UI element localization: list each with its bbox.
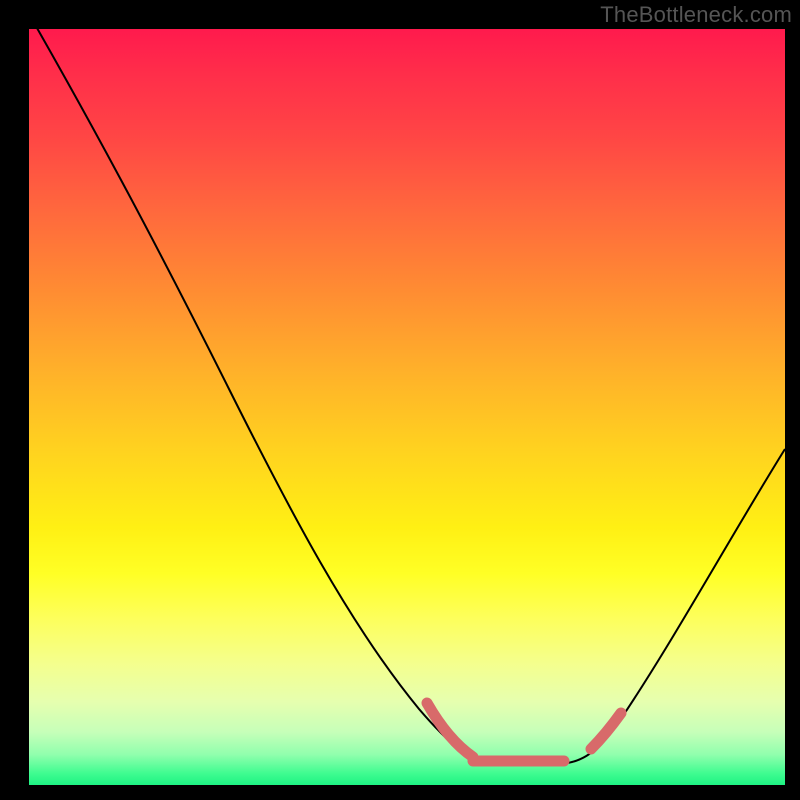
- watermark-text: TheBottleneck.com: [600, 2, 792, 28]
- bottleneck-curve: [29, 29, 785, 764]
- accent-valley-right: [591, 713, 621, 749]
- plot-area: [29, 29, 785, 785]
- chart-frame: TheBottleneck.com: [0, 0, 800, 800]
- curve-layer: [29, 29, 785, 785]
- accent-valley-left: [427, 703, 473, 757]
